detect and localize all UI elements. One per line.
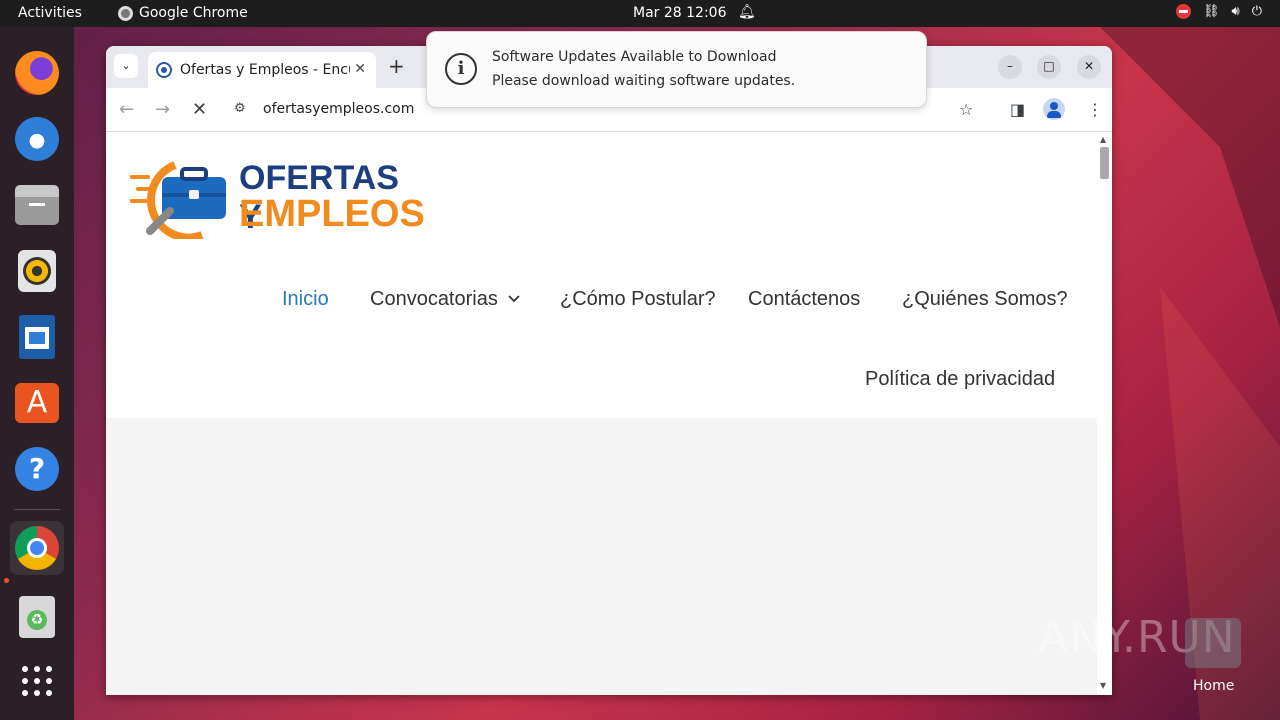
minimize-button[interactable]: – <box>998 55 1022 79</box>
running-indicator <box>4 578 9 583</box>
trash-icon: ♻ <box>19 596 55 638</box>
tab-title: Ofertas y Empleos - Encu <box>180 62 350 78</box>
dock-software[interactable]: A <box>10 376 64 430</box>
stop-loading-button[interactable]: ✕ <box>192 99 207 120</box>
nav-privacidad[interactable]: Política de privacidad <box>865 368 1055 391</box>
browser-window: ⌄ Ofertas y Empleos - Encu ✕ + – □ ✕ ← →… <box>106 46 1112 695</box>
notification-banner[interactable]: i Software Updates Available to Download… <box>426 31 927 108</box>
network-icon: ⛓︎ <box>1202 4 1220 19</box>
dock-rhythmbox[interactable] <box>10 244 64 298</box>
rhythmbox-icon <box>18 250 56 292</box>
firefox-icon <box>15 51 59 95</box>
notification-title: Software Updates Available to Download <box>492 49 777 65</box>
menu-kebab-icon[interactable]: ⋮ <box>1087 100 1103 119</box>
chrome-icon <box>118 5 133 21</box>
chevron-down-icon[interactable] <box>507 294 521 304</box>
forward-button[interactable]: → <box>155 99 170 120</box>
power-icon: ⏻ <box>1251 4 1262 19</box>
show-apps-button[interactable] <box>10 654 64 708</box>
dock-help[interactable]: ? <box>10 442 64 496</box>
tab-close-icon[interactable]: ✕ <box>354 61 366 77</box>
system-tray[interactable]: ⛓︎ 🔊︎ ⏻ <box>1175 4 1262 19</box>
nav-contactenos[interactable]: Contáctenos <box>748 288 860 311</box>
dock-firefox[interactable] <box>10 46 64 100</box>
maximize-button[interactable]: □ <box>1037 55 1061 79</box>
site-logo[interactable]: OFERTAS Y EMPLEOS <box>130 155 426 239</box>
tab-ofertas[interactable]: Ofertas y Empleos - Encu ✕ <box>148 52 376 88</box>
chrome-icon <box>15 526 59 570</box>
dock-thunderbird[interactable] <box>10 112 64 166</box>
close-window-button[interactable]: ✕ <box>1077 55 1101 79</box>
top-bar: Activities Google Chrome Mar 28 12:06 🔔︎… <box>0 0 1280 27</box>
notification-bell-icon[interactable]: 🔔︎ <box>738 4 756 20</box>
briefcase-logo-icon <box>130 161 226 239</box>
web-page: OFERTAS Y EMPLEOS Inicio Convocatorias ¿… <box>106 133 1097 695</box>
site-settings-icon[interactable]: ⚙︎ <box>234 101 246 116</box>
dock-files[interactable] <box>10 178 64 232</box>
app-menu[interactable]: Google Chrome <box>118 5 248 21</box>
notification-body: Please download waiting software updates… <box>492 73 796 89</box>
page-scrollbar[interactable]: ▲ ▼ <box>1097 133 1112 695</box>
writer-icon <box>19 315 55 359</box>
scroll-down-icon[interactable]: ▼ <box>1100 681 1106 690</box>
nav-inicio[interactable]: Inicio <box>282 288 329 311</box>
new-tab-button[interactable]: + <box>388 54 405 78</box>
app-grid-icon <box>22 666 52 696</box>
help-icon: ? <box>15 447 59 491</box>
nav-convocatorias[interactable]: Convocatorias <box>370 288 498 311</box>
thunderbird-icon <box>15 117 59 161</box>
side-panel-icon[interactable]: ◨ <box>1010 100 1025 119</box>
logo-text-line2: EMPLEOS <box>239 193 425 235</box>
files-icon <box>15 185 59 225</box>
dock-chrome[interactable] <box>10 521 64 575</box>
tab-search-button[interactable]: ⌄ <box>114 54 138 78</box>
activities-button[interactable]: Activities <box>18 5 82 21</box>
url-text[interactable]: ofertasyempleos.com <box>263 101 414 117</box>
scroll-thumb[interactable] <box>1100 147 1109 179</box>
clock[interactable]: Mar 28 12:06 <box>633 5 726 21</box>
bookmark-star-icon[interactable]: ☆ <box>959 100 973 119</box>
update-alert-icon[interactable] <box>1175 4 1191 19</box>
dock-trash[interactable]: ♻ <box>10 590 64 644</box>
site-header: OFERTAS Y EMPLEOS Inicio Convocatorias ¿… <box>106 133 1097 418</box>
nav-como-postular[interactable]: ¿Cómo Postular? <box>560 288 716 311</box>
home-folder-label[interactable]: Home <box>1193 678 1234 694</box>
profile-avatar[interactable] <box>1043 98 1065 120</box>
nav-quienes-somos[interactable]: ¿Quiénes Somos? <box>902 288 1068 311</box>
home-folder-icon[interactable] <box>1185 618 1241 668</box>
volume-icon: 🔊︎ <box>1231 4 1240 19</box>
info-icon: i <box>445 53 477 85</box>
back-button[interactable]: ← <box>119 99 134 120</box>
software-store-icon: A <box>15 383 59 423</box>
dock: A ? ♻ <box>0 27 74 720</box>
site-favicon-icon <box>156 62 172 78</box>
scroll-up-icon[interactable]: ▲ <box>1100 135 1106 144</box>
dock-separator <box>14 509 60 510</box>
dock-writer[interactable] <box>10 310 64 364</box>
app-name: Google Chrome <box>139 5 248 21</box>
